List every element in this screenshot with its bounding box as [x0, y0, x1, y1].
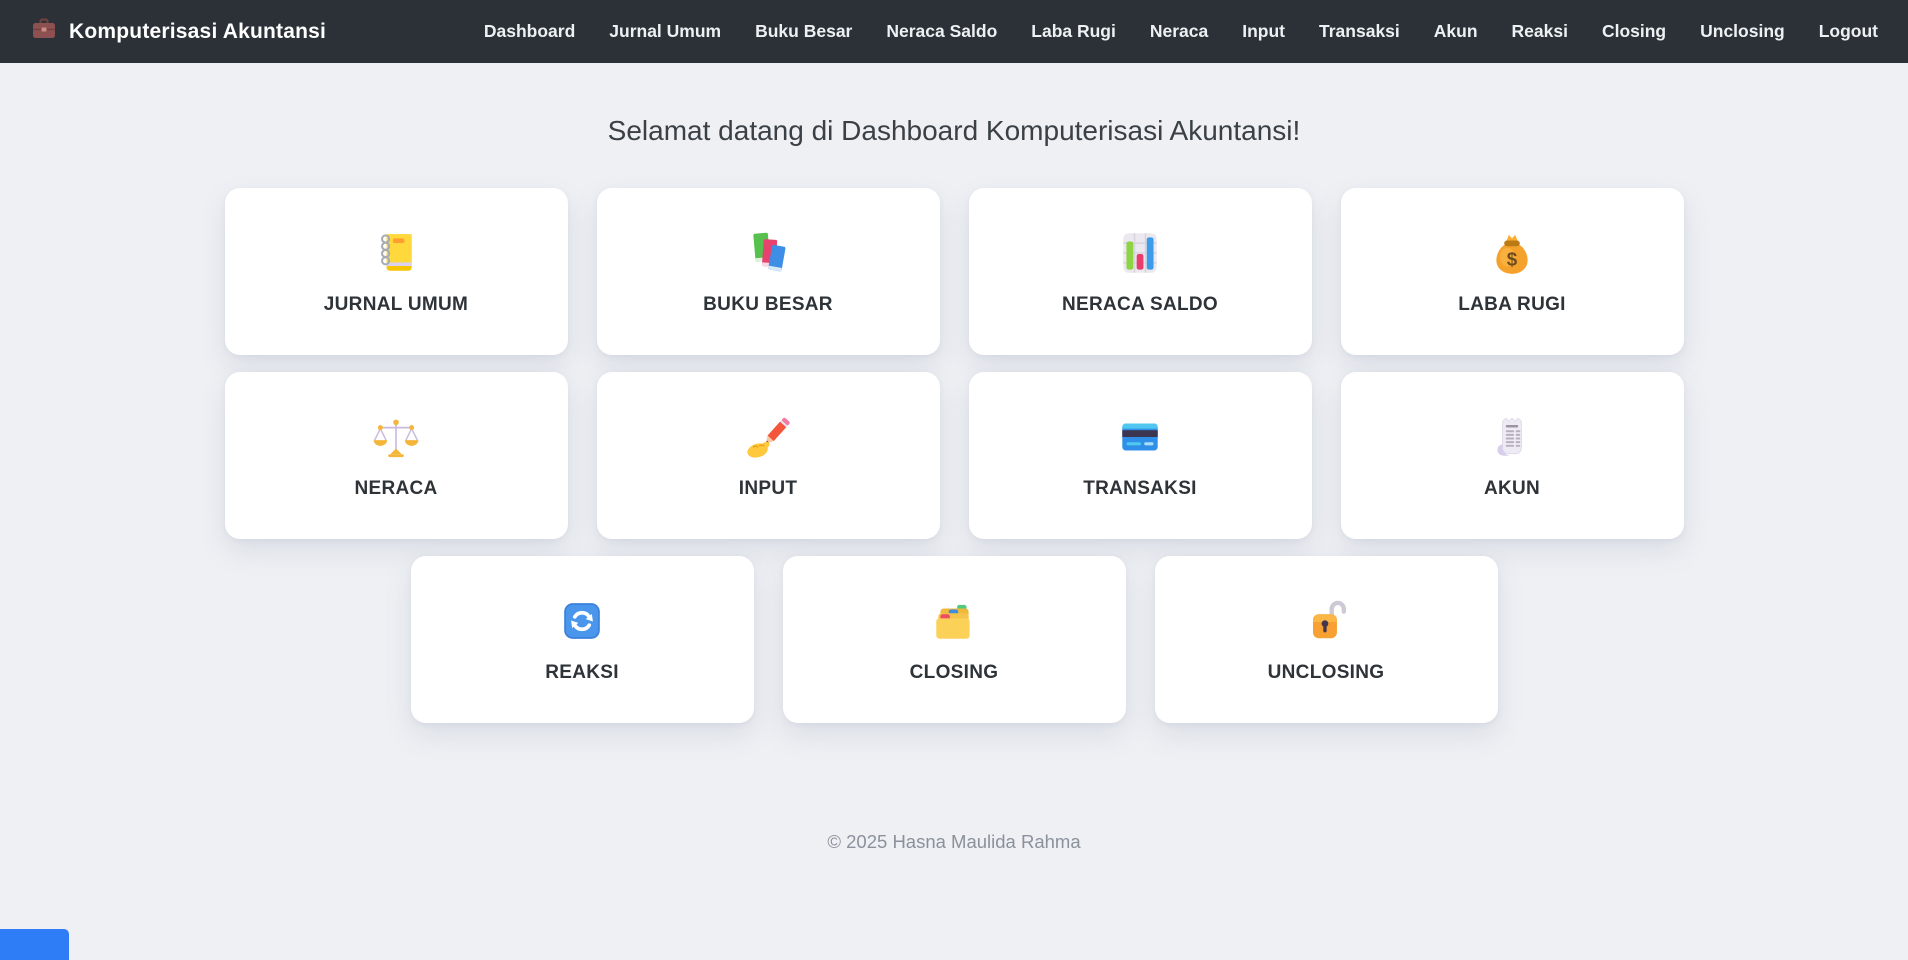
- nav-item-akun[interactable]: Akun: [1434, 21, 1478, 41]
- credit-card-icon: [1115, 412, 1165, 462]
- books-icon: [743, 228, 793, 278]
- refresh-arrows-icon: [557, 596, 607, 646]
- money-bag-icon: $: [1487, 228, 1537, 278]
- card-label: TRANSAKSI: [1083, 478, 1197, 500]
- spiral-notebook-icon: [371, 228, 421, 278]
- card-buku-besar[interactable]: BUKU BESAR: [597, 188, 940, 355]
- svg-text:$: $: [1507, 248, 1518, 269]
- card-akun[interactable]: AKUN: [1341, 372, 1684, 539]
- card-laba-rugi[interactable]: $ LABA RUGI: [1341, 188, 1684, 355]
- nav-item-closing[interactable]: Closing: [1602, 21, 1666, 41]
- card-label: REAKSI: [545, 662, 619, 684]
- card-reaksi[interactable]: REAKSI: [411, 556, 754, 723]
- receipt-icon: [1487, 412, 1537, 462]
- card-input[interactable]: INPUT: [597, 372, 940, 539]
- card-unclosing[interactable]: UNCLOSING: [1155, 556, 1498, 723]
- card-label: BUKU BESAR: [703, 294, 833, 316]
- writing-hand-icon: [743, 412, 793, 462]
- card-row-3: REAKSI CLOSING: [0, 556, 1908, 723]
- card-label: INPUT: [739, 478, 798, 500]
- top-navbar: Komputerisasi Akuntansi Dashboard Jurnal…: [0, 0, 1908, 63]
- nav-item-neraca[interactable]: Neraca: [1150, 21, 1208, 41]
- nav-item-neraca-saldo[interactable]: Neraca Saldo: [886, 21, 997, 41]
- nav-item-reaksi[interactable]: Reaksi: [1512, 21, 1568, 41]
- nav-item-transaksi[interactable]: Transaksi: [1319, 21, 1400, 41]
- nav-item-buku-besar[interactable]: Buku Besar: [755, 21, 852, 41]
- brand-label: Komputerisasi Akuntansi: [69, 20, 326, 44]
- copyright-text: © 2025 Hasna Maulida Rahma: [0, 831, 1908, 853]
- nav-item-input[interactable]: Input: [1242, 21, 1285, 41]
- nav-item-dashboard[interactable]: Dashboard: [484, 21, 575, 41]
- nav-item-logout[interactable]: Logout: [1819, 21, 1878, 41]
- card-row-2: NERACA: [0, 372, 1908, 539]
- nav-item-unclosing[interactable]: Unclosing: [1700, 21, 1785, 41]
- nav-item-jurnal-umum[interactable]: Jurnal Umum: [609, 21, 721, 41]
- card-neraca-saldo[interactable]: NERACA SALDO: [969, 188, 1312, 355]
- card-index-dividers-icon: [929, 596, 979, 646]
- card-label: LABA RUGI: [1458, 294, 1566, 316]
- card-label: JURNAL UMUM: [324, 294, 468, 316]
- dashboard-grid: JURNAL UMUM: [0, 188, 1908, 723]
- card-label: NERACA: [354, 478, 437, 500]
- open-lock-icon: [1301, 596, 1351, 646]
- footer: © 2025 Hasna Maulida Rahma: [0, 831, 1908, 853]
- card-label: AKUN: [1484, 478, 1540, 500]
- nav-links: Dashboard Jurnal Umum Buku Besar Neraca …: [484, 21, 1878, 42]
- brand[interactable]: Komputerisasi Akuntansi: [30, 15, 326, 48]
- card-transaksi[interactable]: TRANSAKSI: [969, 372, 1312, 539]
- card-jurnal-umum[interactable]: JURNAL UMUM: [225, 188, 568, 355]
- main-content: Selamat datang di Dashboard Komputerisas…: [0, 115, 1908, 853]
- welcome-heading: Selamat datang di Dashboard Komputerisas…: [0, 115, 1908, 147]
- card-label: NERACA SALDO: [1062, 294, 1218, 316]
- briefcase-icon: [30, 15, 58, 48]
- card-row-1: JURNAL UMUM: [0, 188, 1908, 355]
- card-neraca[interactable]: NERACA: [225, 372, 568, 539]
- card-label: CLOSING: [910, 662, 999, 684]
- bottom-left-partial-element: [0, 929, 69, 960]
- nav-item-laba-rugi[interactable]: Laba Rugi: [1031, 21, 1116, 41]
- card-closing[interactable]: CLOSING: [783, 556, 1126, 723]
- balance-scale-icon: [371, 412, 421, 462]
- card-label: UNCLOSING: [1268, 662, 1385, 684]
- bar-chart-icon: [1115, 228, 1165, 278]
